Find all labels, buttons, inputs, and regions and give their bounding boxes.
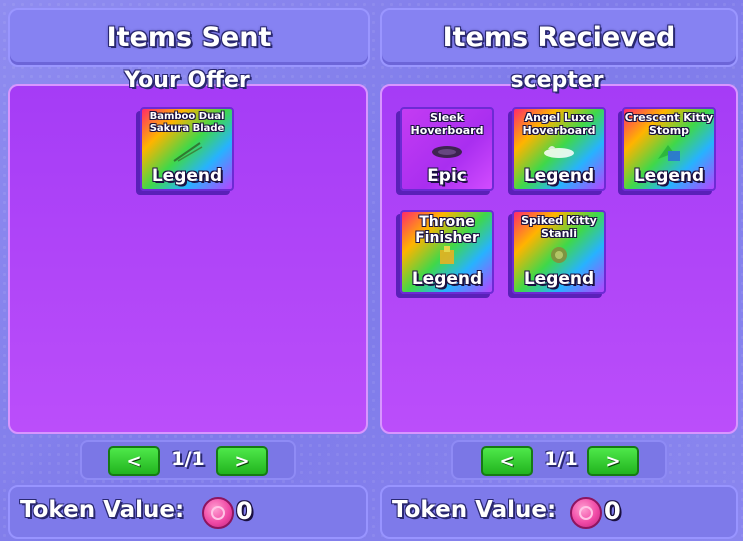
next-page-button[interactable]: > xyxy=(587,446,639,476)
token-value: 0 xyxy=(604,497,621,525)
hoverboard-icon xyxy=(432,146,462,158)
item-card-spiked-kitty-stanli[interactable]: Spiked Kitty Stanli Legend xyxy=(512,210,606,294)
item-card-angel-luxe-hoverboard[interactable]: Angel Luxe Hoverboard Legend xyxy=(512,107,606,191)
throne-icon xyxy=(440,246,454,264)
item-rarity: Legend xyxy=(523,269,595,289)
chevron-left-icon: < xyxy=(126,450,142,472)
token-value-label: Token Value: xyxy=(20,497,185,523)
token-coin-icon xyxy=(202,497,234,529)
sword-icon xyxy=(173,142,203,162)
items-received-header: Items Recieved xyxy=(380,8,738,67)
item-name: Sleek Hoverboard xyxy=(410,111,484,137)
item-card-sleek-hoverboard[interactable]: Sleek Hoverboard Epic xyxy=(400,107,494,191)
token-value: 0 xyxy=(236,497,253,525)
item-rarity: Legend xyxy=(151,166,223,186)
right-token-bar: Token Value: 0 xyxy=(380,485,738,539)
prev-page-button[interactable]: < xyxy=(108,446,160,476)
item-rarity: Legend xyxy=(633,166,705,186)
chevron-right-icon: > xyxy=(605,450,621,472)
item-name: Spiked Kitty Stanli xyxy=(521,214,597,240)
item-name: Bamboo Dual Sakura Blade xyxy=(149,111,225,134)
chevron-right-icon: > xyxy=(234,450,250,472)
page-indicator: 1/1 xyxy=(544,448,578,470)
item-name: Crescent Kitty Stomp xyxy=(624,111,714,137)
emote-icon xyxy=(658,145,680,161)
left-pager: < 1/1 > xyxy=(80,440,296,480)
token-value-label: Token Value: xyxy=(392,497,557,523)
item-card-throne-finisher[interactable]: Throne Finisher Legend xyxy=(400,210,494,294)
item-rarity: Epic xyxy=(427,166,467,186)
prev-page-button[interactable]: < xyxy=(481,446,533,476)
token-coin-icon xyxy=(570,497,602,529)
item-rarity: Legend xyxy=(523,166,595,186)
items-sent-header: Items Sent xyxy=(8,8,370,67)
item-name: Throne Finisher xyxy=(415,214,479,246)
hoverboard-icon xyxy=(544,146,574,158)
items-received-title: Items Recieved xyxy=(442,22,676,53)
chevron-left-icon: < xyxy=(499,450,515,472)
item-rarity: Legend xyxy=(411,269,483,289)
item-card-bamboo-dual-sakura-blade[interactable]: Bamboo Dual Sakura Blade Legend xyxy=(140,107,234,191)
weapon-icon xyxy=(551,247,567,263)
item-name: Angel Luxe Hoverboard xyxy=(522,111,596,137)
right-pager: < 1/1 > xyxy=(451,440,667,480)
received-panel-title: scepter xyxy=(510,68,604,93)
next-page-button[interactable]: > xyxy=(216,446,268,476)
your-offer-title: Your Offer xyxy=(124,68,250,93)
left-token-bar: Token Value: 0 xyxy=(8,485,368,539)
item-card-crescent-kitty-stomp[interactable]: Crescent Kitty Stomp Legend xyxy=(622,107,716,191)
page-indicator: 1/1 xyxy=(171,448,205,470)
items-sent-title: Items Sent xyxy=(106,22,272,53)
